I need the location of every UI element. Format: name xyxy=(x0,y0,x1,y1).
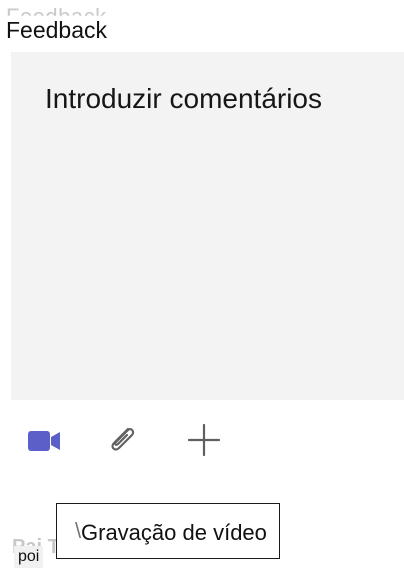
attach-file-button[interactable] xyxy=(100,418,144,462)
feedback-panel: Feedback Feedback Introduzir comentários… xyxy=(0,0,404,575)
plus-icon xyxy=(187,423,221,457)
footer-chip: poi xyxy=(14,546,44,568)
add-more-button[interactable] xyxy=(182,418,226,462)
video-camera-icon xyxy=(28,431,60,451)
comment-toolbar xyxy=(0,418,404,466)
comment-textarea[interactable]: Introduzir comentários xyxy=(11,52,404,400)
paperclip-icon xyxy=(111,427,135,451)
video-recording-tooltip: \ Gravação de vídeo xyxy=(56,503,280,559)
comment-placeholder: Introduzir comentários xyxy=(45,83,323,114)
feedback-label: Feedback xyxy=(6,17,108,43)
tooltip-text: Gravação de vídeo xyxy=(81,520,267,545)
video-record-button[interactable] xyxy=(22,418,66,462)
